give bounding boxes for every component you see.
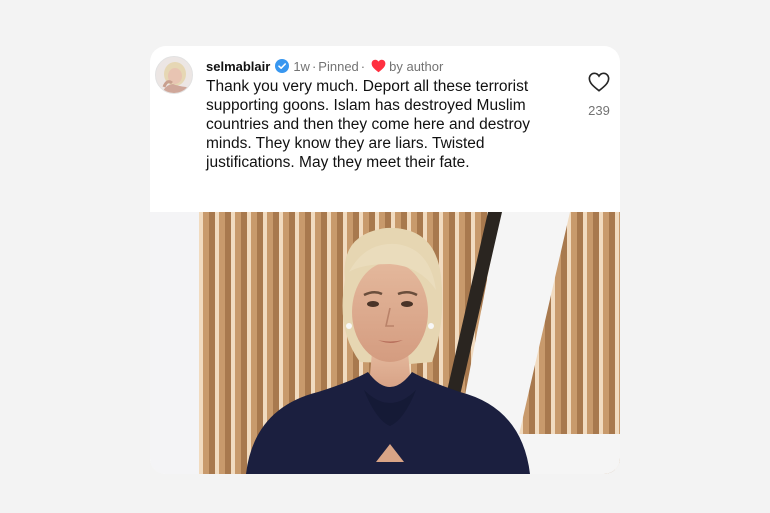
- by-author-label: by author: [389, 58, 444, 74]
- pinned-label: Pinned: [318, 58, 359, 74]
- heart-outline-icon: [588, 72, 610, 92]
- like-count: 239: [588, 103, 610, 118]
- verified-badge-icon: [275, 59, 290, 73]
- avatar[interactable]: [155, 56, 193, 94]
- username[interactable]: selmablair: [206, 59, 270, 74]
- comment-card: selmablair 1w · Pinned · by author Thank…: [150, 46, 620, 474]
- separator: ·: [311, 58, 317, 74]
- comment: selmablair 1w · Pinned · by author Thank…: [150, 46, 620, 212]
- like-button[interactable]: [588, 71, 610, 93]
- heart-filled-icon: [371, 59, 386, 73]
- comment-time: 1w: [293, 58, 310, 74]
- comment-text: Thank you very much. Deport all these te…: [206, 78, 530, 171]
- separator: ·: [360, 58, 366, 74]
- comment-meta: selmablair 1w · Pinned · by author: [206, 57, 443, 75]
- attached-photo: [150, 212, 620, 474]
